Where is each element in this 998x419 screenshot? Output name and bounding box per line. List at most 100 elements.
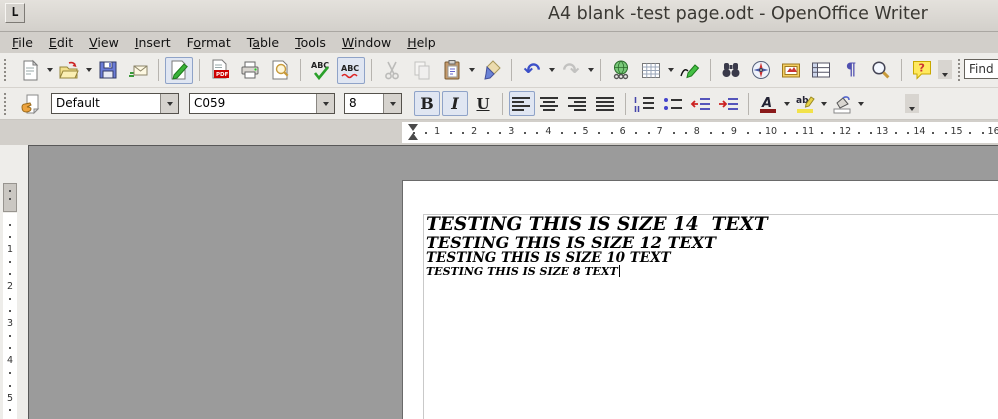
ruler-number: 9 <box>730 126 737 137</box>
align-left-button[interactable] <box>509 91 535 116</box>
ruler-tick <box>895 132 898 134</box>
paragraph-size-8[interactable]: TESTING THIS IS SIZE 8 TEXT <box>424 265 998 278</box>
vertical-ruler-margin[interactable] <box>3 183 17 212</box>
text-area[interactable]: TESTING THIS IS SIZE 14 TEXT TESTING THI… <box>423 214 998 419</box>
menu-bar: File Edit View Insert Format Table Tools… <box>0 32 998 53</box>
first-line-indent-marker[interactable] <box>408 124 418 131</box>
horizontal-ruler[interactable]: 1 2 3 4 5 6 7 8 9 10 11 12 13 14 15 16 <box>402 122 998 143</box>
svg-text:PDF: PDF <box>216 72 229 78</box>
ruler-tick <box>524 132 527 134</box>
menu-format[interactable]: Format <box>179 33 239 52</box>
align-justify-button[interactable] <box>593 91 619 116</box>
formatting-toolbar-overflow-button[interactable] <box>905 94 919 113</box>
vertical-ruler[interactable]: 1 2 3 4 5 <box>3 213 17 419</box>
table-dropdown-arrow-icon[interactable] <box>666 57 675 84</box>
separator <box>371 59 372 81</box>
print-button[interactable] <box>236 57 264 84</box>
highlighting-button[interactable]: ab <box>792 91 818 116</box>
background-color-dropdown-icon[interactable] <box>856 90 865 117</box>
font-size-dropdown-icon[interactable] <box>383 94 401 113</box>
draw-functions-button[interactable] <box>676 57 704 84</box>
paragraph-size-14[interactable]: TESTING THIS IS SIZE 14 TEXT <box>424 215 998 234</box>
undo-dropdown-arrow-icon[interactable] <box>547 57 556 84</box>
navigator-button[interactable] <box>747 57 775 84</box>
insert-table-button[interactable] <box>637 57 665 84</box>
edit-file-button[interactable] <box>165 56 193 84</box>
document-view[interactable]: TESTING THIS IS SIZE 14 TEXT TESTING THI… <box>28 145 998 419</box>
menu-help[interactable]: Help <box>399 33 444 52</box>
italic-button[interactable]: I <box>442 91 468 116</box>
ruler-tick <box>487 132 490 134</box>
ruler-number: 8 <box>693 126 700 137</box>
styles-formatting-button[interactable] <box>16 90 44 117</box>
bold-button[interactable]: B <box>414 91 440 116</box>
toolbar-drag-handle[interactable] <box>4 59 11 81</box>
paste-button[interactable] <box>438 57 466 84</box>
align-center-button[interactable] <box>537 91 563 116</box>
auto-spellcheck-icon: ABC <box>340 59 362 81</box>
separator <box>199 59 200 81</box>
font-name-dropdown-icon[interactable] <box>316 94 334 113</box>
paste-dropdown-arrow-icon[interactable] <box>467 57 476 84</box>
zoom-button[interactable] <box>867 57 895 84</box>
menu-window[interactable]: Window <box>334 33 399 52</box>
font-color-button[interactable]: A <box>755 91 781 116</box>
copy-button <box>408 57 436 84</box>
ruler-tick <box>870 132 873 134</box>
font-name-combo[interactable]: C059 <box>189 93 335 114</box>
page-preview-button[interactable] <box>266 57 294 84</box>
nonprinting-characters-button[interactable]: ¶ <box>837 57 865 84</box>
new-dropdown-arrow-icon[interactable] <box>45 57 54 84</box>
open-button[interactable] <box>55 57 83 84</box>
send-email-button[interactable] <box>124 57 152 84</box>
menu-view[interactable]: View <box>81 33 127 52</box>
numbering-button[interactable]: I II <box>632 91 658 116</box>
left-indent-marker[interactable] <box>408 133 418 140</box>
export-pdf-button[interactable]: PDF <box>206 57 234 84</box>
menu-edit[interactable]: Edit <box>41 33 81 52</box>
help-button[interactable]: ? <box>908 57 936 84</box>
paragraph-style-combo[interactable]: Default <box>51 93 179 114</box>
undo-button[interactable]: ↶ <box>518 57 546 84</box>
menu-insert[interactable]: Insert <box>127 33 179 52</box>
find-replace-button[interactable] <box>717 57 745 84</box>
menu-file[interactable]: File <box>4 33 41 52</box>
find-input[interactable]: Find <box>964 59 998 79</box>
title-bar[interactable]: A4 blank -test page.odt - OpenOffice Wri… <box>0 0 998 32</box>
data-sources-button[interactable] <box>807 57 835 84</box>
hyperlink-button[interactable] <box>607 57 635 84</box>
underline-button[interactable]: U <box>470 91 496 116</box>
font-size-combo[interactable]: 8 <box>344 93 402 114</box>
save-button[interactable] <box>94 57 122 84</box>
toolbar-drag-handle[interactable] <box>4 92 11 115</box>
format-paintbrush-button[interactable] <box>477 57 505 84</box>
increase-indent-button[interactable] <box>716 91 742 116</box>
paragraph-size-12[interactable]: TESTING THIS IS SIZE 12 TEXT <box>424 234 998 251</box>
open-dropdown-arrow-icon[interactable] <box>84 57 93 84</box>
paragraph-size-10[interactable]: TESTING THIS IS SIZE 10 TEXT <box>424 251 998 265</box>
gallery-button[interactable] <box>777 57 805 84</box>
text-cursor <box>618 265 621 277</box>
svg-text:II: II <box>634 105 640 113</box>
background-color-button[interactable] <box>829 91 855 116</box>
font-size-value: 8 <box>349 96 357 110</box>
menu-tools[interactable]: Tools <box>287 33 334 52</box>
bullets-button[interactable] <box>660 91 686 116</box>
ruler-tick <box>499 132 502 134</box>
tab-stop-selector[interactable]: L <box>5 3 25 23</box>
decrease-indent-button[interactable] <box>688 91 714 116</box>
paragraph-style-dropdown-icon[interactable] <box>160 94 178 113</box>
new-document-button[interactable] <box>16 57 44 84</box>
page[interactable]: TESTING THIS IS SIZE 14 TEXT TESTING THI… <box>402 180 998 419</box>
ruler-tick <box>833 132 836 134</box>
align-right-button[interactable] <box>565 91 591 116</box>
spellcheck-button[interactable]: ABC <box>307 57 335 84</box>
auto-spellcheck-button[interactable]: ABC <box>337 56 365 84</box>
redo-dropdown-arrow-icon[interactable] <box>586 57 595 84</box>
font-color-dropdown-icon[interactable] <box>782 90 791 117</box>
indent-markers[interactable] <box>408 124 420 141</box>
menu-table[interactable]: Table <box>239 33 287 52</box>
highlighting-dropdown-icon[interactable] <box>819 90 828 117</box>
separator <box>710 59 711 81</box>
toolbar-overflow-button[interactable] <box>938 60 952 79</box>
